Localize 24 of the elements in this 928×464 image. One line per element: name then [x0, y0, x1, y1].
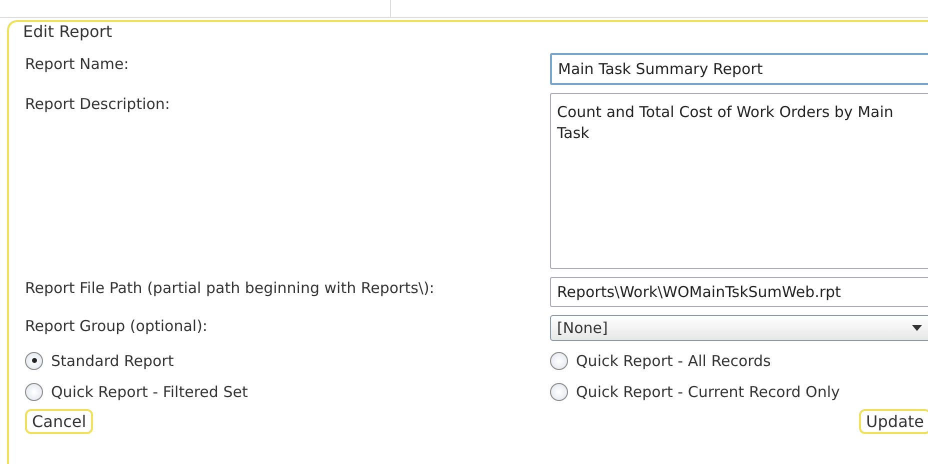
radio-option[interactable]: Quick Report - All Records [550, 349, 928, 372]
radio-label: Quick Report - All Records [576, 352, 771, 370]
field-label: Report Group (optional): [25, 316, 208, 335]
text-field[interactable]: Main Task Summary Report [550, 53, 928, 85]
radio-button[interactable] [550, 352, 568, 370]
update-button[interactable]: Update [859, 409, 928, 434]
field-label: Report File Path (partial path beginning with Reports\): [25, 278, 436, 297]
field-label: Report Name: [25, 54, 130, 73]
description-field[interactable]: Count and Total Cost of Work Orders by Main Task [550, 93, 928, 269]
text-field[interactable]: Reports\Work\WOMainTskSumWeb.rpt [550, 277, 928, 307]
radio-option[interactable]: Quick Report - Filtered Set [25, 380, 550, 403]
radio-button[interactable] [25, 382, 43, 400]
radio-label: Quick Report - Filtered Set [51, 382, 248, 400]
dropdown-arrow-icon [912, 325, 922, 331]
radio-button[interactable] [25, 352, 43, 370]
radio-label: Standard Report [51, 352, 174, 370]
panel-title: Edit Report [23, 22, 112, 41]
group-dropdown[interactable]: [None] [550, 315, 928, 341]
field-label: Report Description: [25, 94, 171, 113]
radio-button[interactable] [550, 382, 568, 400]
radio-label: Quick Report - Current Record Only [576, 382, 840, 400]
radio-option[interactable]: Standard Report [25, 349, 550, 372]
cancel-button[interactable]: Cancel [25, 409, 94, 434]
radio-option[interactable]: Quick Report - Current Record Only [550, 380, 928, 403]
